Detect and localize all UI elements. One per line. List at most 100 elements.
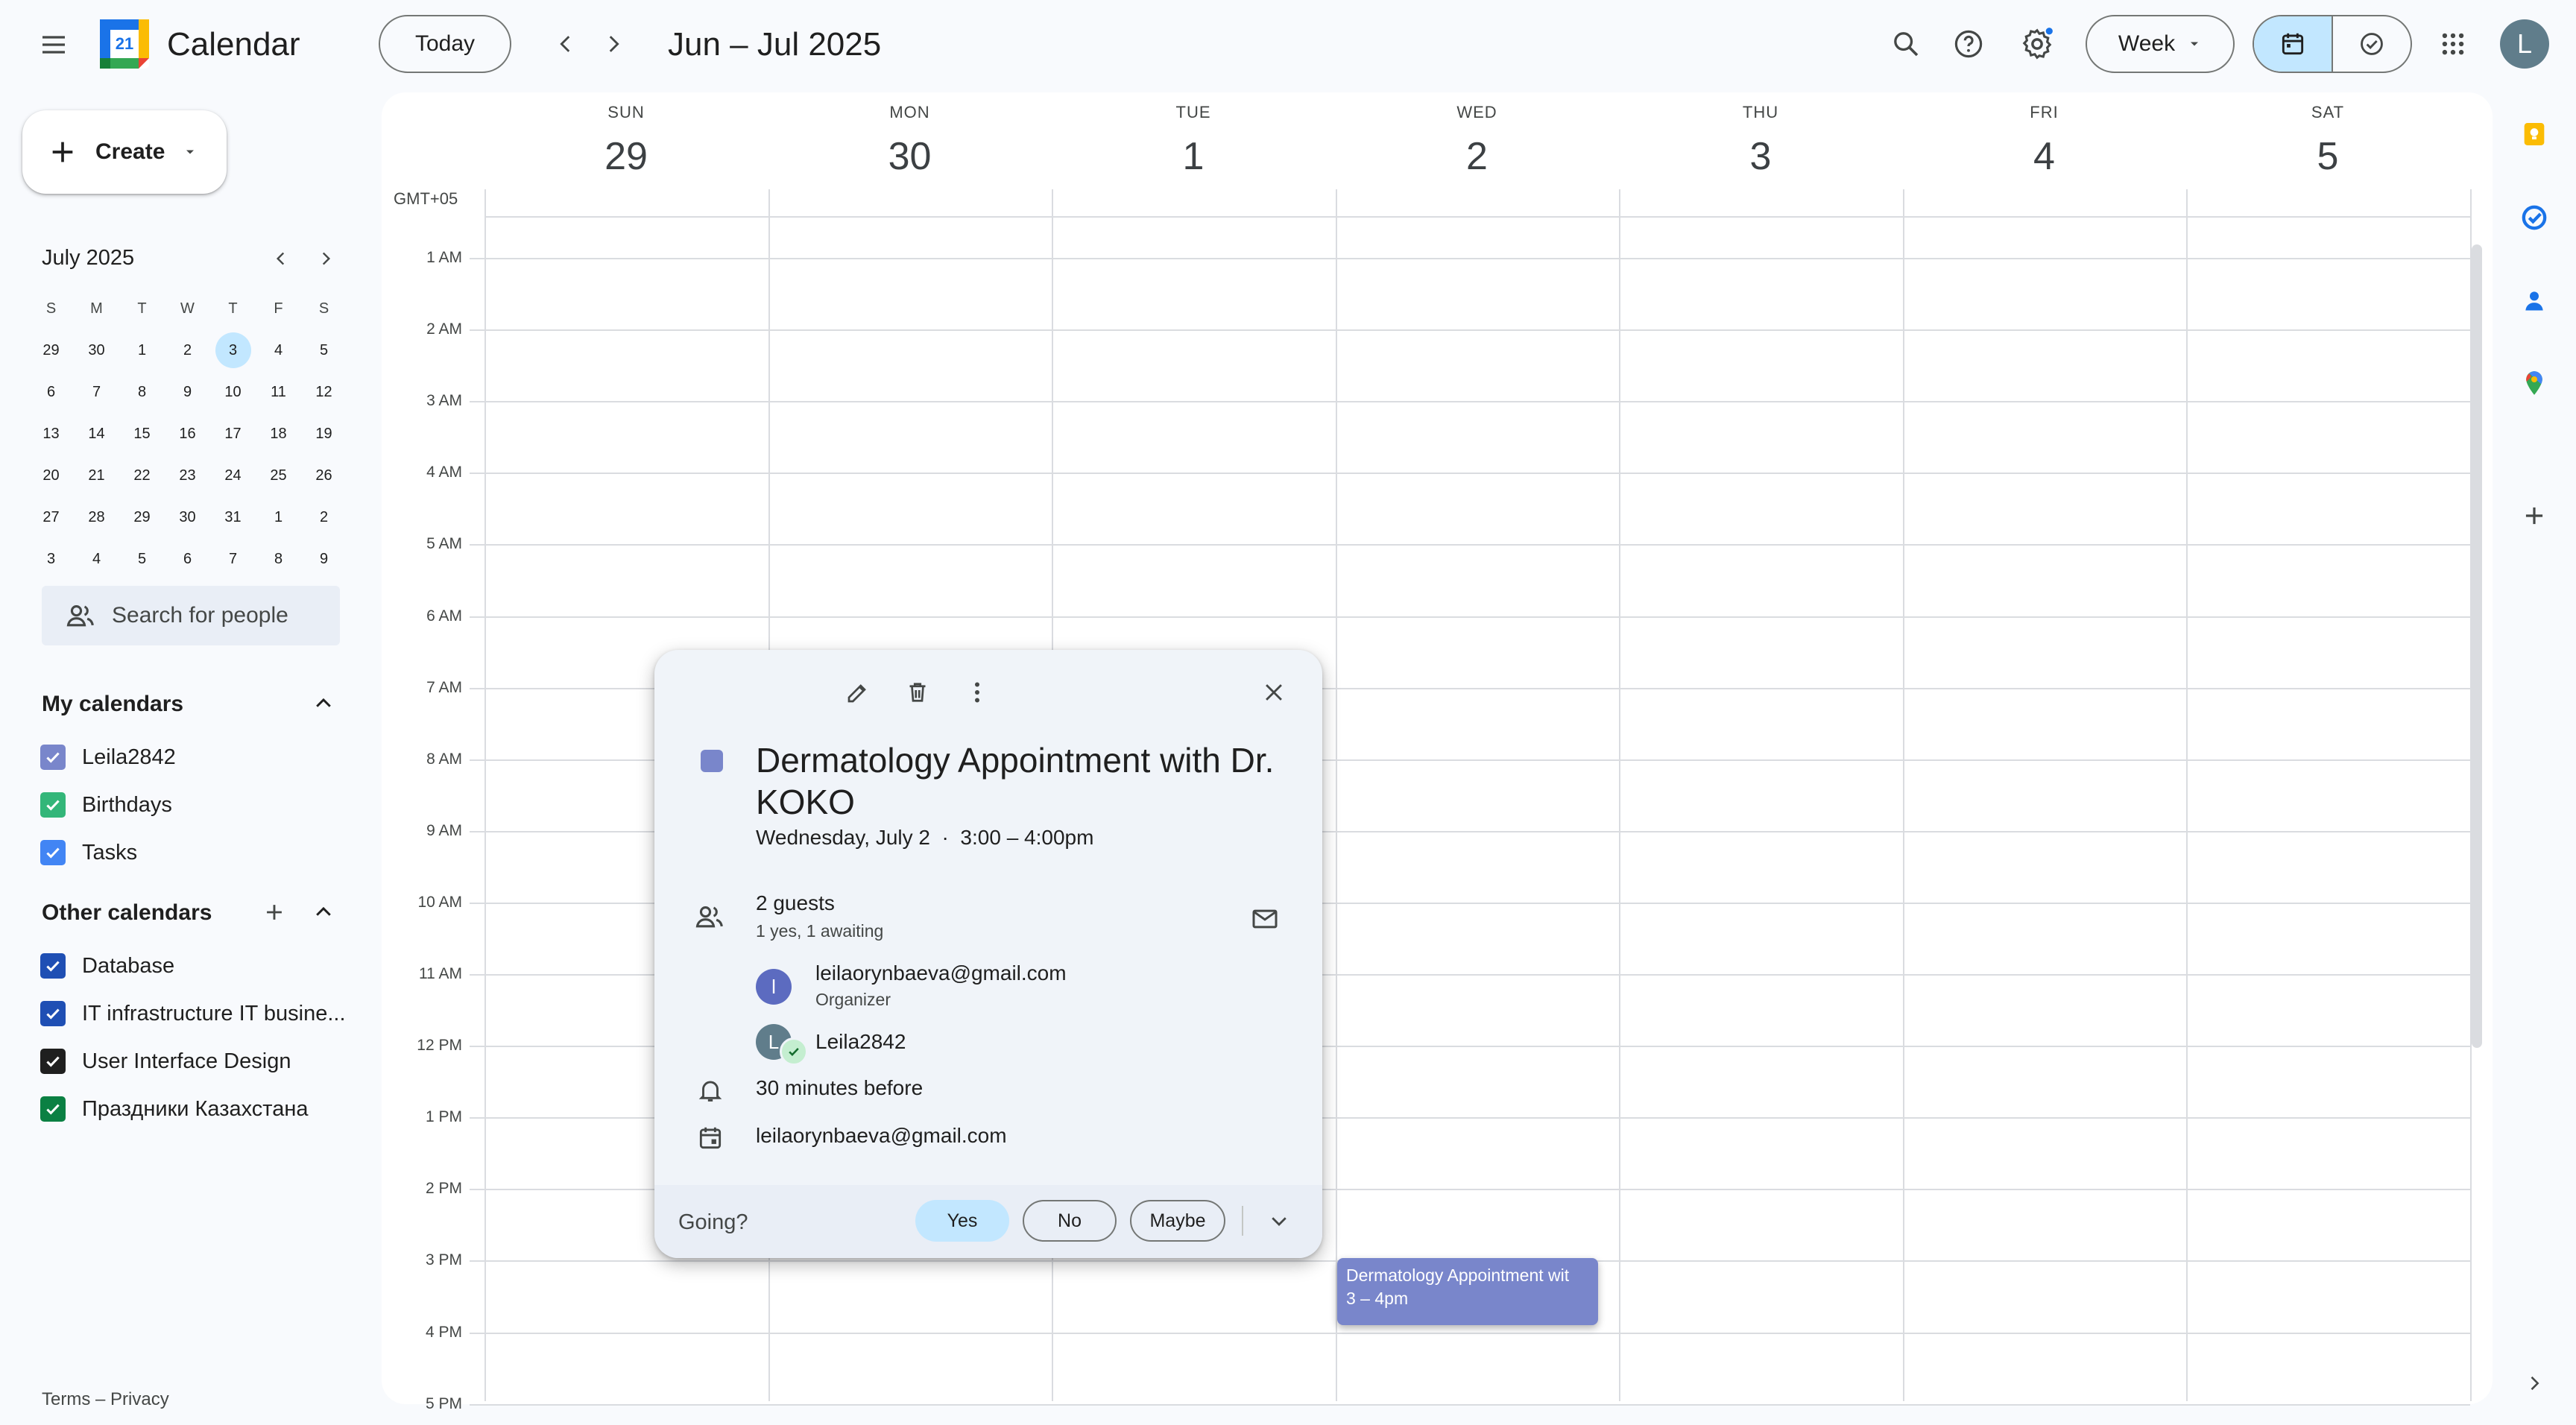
settings-icon[interactable] — [2012, 19, 2062, 69]
calendar-item[interactable]: User Interface Design — [40, 1043, 291, 1079]
create-button[interactable]: Create — [22, 110, 227, 194]
day-date[interactable]: 3 — [1619, 134, 1902, 179]
mini-calendar-day[interactable]: 26 — [301, 455, 347, 496]
next-week-icon[interactable] — [589, 19, 638, 69]
more-options-icon[interactable] — [953, 668, 1002, 717]
terms-privacy-links[interactable]: Terms – Privacy — [42, 1389, 169, 1410]
keep-icon[interactable] — [2513, 113, 2555, 155]
people-search-input[interactable]: Search for people — [42, 586, 340, 645]
mini-calendar-day[interactable]: 11 — [256, 371, 301, 413]
mini-calendar-day[interactable]: 4 — [74, 538, 119, 580]
day-date[interactable]: 1 — [1052, 134, 1335, 179]
mini-calendar-day[interactable]: 15 — [119, 413, 165, 455]
today-button[interactable]: Today — [379, 15, 511, 73]
tasks-icon[interactable] — [2513, 197, 2555, 238]
mini-calendar-day[interactable]: 19 — [301, 413, 347, 455]
day-date[interactable]: 2 — [1336, 134, 1619, 179]
day-header[interactable]: TUE 1 — [1052, 103, 1335, 179]
mini-calendar-day[interactable]: 4 — [256, 329, 301, 371]
checkbox-checked-icon[interactable] — [40, 953, 66, 979]
help-icon[interactable] — [1944, 19, 1993, 69]
mini-calendar-day[interactable]: 6 — [28, 371, 74, 413]
rsvp-no-button[interactable]: No — [1023, 1200, 1117, 1242]
checkbox-checked-icon[interactable] — [40, 792, 66, 818]
checkbox-checked-icon[interactable] — [40, 745, 66, 770]
apps-grid-icon[interactable] — [2428, 19, 2478, 69]
main-menu-icon[interactable] — [28, 19, 79, 70]
mini-calendar-day[interactable]: 30 — [165, 496, 210, 538]
mini-calendar-day[interactable]: 1 — [119, 329, 165, 371]
mini-calendar-day[interactable]: 27 — [28, 496, 74, 538]
mini-calendar-day[interactable]: 31 — [210, 496, 256, 538]
mini-calendar-day[interactable]: 17 — [210, 413, 256, 455]
mini-calendar-day[interactable]: 2 — [165, 329, 210, 371]
mini-calendar-day[interactable]: 9 — [165, 371, 210, 413]
day-date[interactable]: 4 — [1903, 134, 2186, 179]
calendar-view-icon[interactable] — [2254, 16, 2333, 72]
mini-calendar-prev-icon[interactable] — [262, 240, 300, 277]
mini-calendar-day[interactable]: 20 — [28, 455, 74, 496]
mini-calendar-day[interactable]: 14 — [74, 413, 119, 455]
mini-calendar-day[interactable]: 8 — [119, 371, 165, 413]
account-avatar[interactable]: L — [2500, 19, 2549, 69]
mini-calendar-day[interactable]: 7 — [210, 538, 256, 580]
mini-calendar-day[interactable]: 16 — [165, 413, 210, 455]
chevron-up-icon[interactable] — [304, 684, 343, 723]
guest-name[interactable]: leilaorynbaeva@gmail.com — [815, 961, 1067, 985]
add-calendar-icon[interactable] — [255, 893, 294, 932]
day-header[interactable]: THU 3 — [1619, 103, 1902, 179]
checkbox-checked-icon[interactable] — [40, 840, 66, 865]
day-header[interactable]: WED 2 — [1336, 103, 1619, 179]
mini-calendar-day[interactable]: 25 — [256, 455, 301, 496]
day-header[interactable]: SUN 29 — [484, 103, 768, 179]
mini-calendar-day[interactable]: 8 — [256, 538, 301, 580]
mini-calendar-day[interactable]: 28 — [74, 496, 119, 538]
mini-calendar-day[interactable]: 30 — [74, 329, 119, 371]
mini-calendar-day[interactable]: 22 — [119, 455, 165, 496]
calendar-item[interactable]: Database — [40, 948, 174, 984]
calendar-item[interactable]: Birthdays — [40, 787, 172, 823]
mini-calendar-day[interactable]: 3 — [28, 538, 74, 580]
delete-icon[interactable] — [893, 668, 942, 717]
edit-icon[interactable] — [833, 668, 883, 717]
calendar-item[interactable]: IT infrastructure IT busine... — [40, 996, 346, 1031]
mini-calendar-day[interactable]: 13 — [28, 413, 74, 455]
email-guests-icon[interactable] — [1245, 899, 1285, 939]
day-header[interactable]: MON 30 — [768, 103, 1052, 179]
mini-calendar-day[interactable]: 12 — [301, 371, 347, 413]
expand-panel-icon[interactable] — [2513, 1362, 2555, 1404]
mini-calendar-day[interactable]: 1 — [256, 496, 301, 538]
checkbox-checked-icon[interactable] — [40, 1096, 66, 1122]
day-date[interactable]: 29 — [484, 134, 768, 179]
mini-calendar-day[interactable]: 23 — [165, 455, 210, 496]
checkbox-checked-icon[interactable] — [40, 1049, 66, 1074]
day-header[interactable]: FRI 4 — [1903, 103, 2186, 179]
mini-calendar-day[interactable]: 5 — [119, 538, 165, 580]
mini-calendar-day[interactable]: 2 — [301, 496, 347, 538]
chevron-up-icon[interactable] — [304, 893, 343, 932]
mini-calendar-day[interactable]: 18 — [256, 413, 301, 455]
mini-calendar-day[interactable]: 9 — [301, 538, 347, 580]
day-date[interactable]: 5 — [2186, 134, 2469, 179]
view-selector[interactable]: Week — [2086, 15, 2235, 73]
mini-calendar-next-icon[interactable] — [307, 240, 344, 277]
maps-icon[interactable] — [2513, 362, 2555, 404]
rsvp-yes-button[interactable]: Yes — [915, 1200, 1009, 1242]
checkbox-checked-icon[interactable] — [40, 1001, 66, 1026]
search-icon[interactable] — [1881, 19, 1931, 69]
mini-calendar-day[interactable]: 24 — [210, 455, 256, 496]
mini-calendar-day[interactable]: 7 — [74, 371, 119, 413]
event-block[interactable]: Dermatology Appointment wit 3 – 4pm — [1337, 1258, 1598, 1325]
mini-calendar-today[interactable]: 3 — [210, 329, 256, 371]
day-date[interactable]: 30 — [768, 134, 1052, 179]
contacts-icon[interactable] — [2513, 280, 2555, 322]
calendar-item[interactable]: Tasks — [40, 835, 137, 871]
mini-calendar-day[interactable]: 6 — [165, 538, 210, 580]
chevron-down-icon[interactable] — [1257, 1198, 1301, 1243]
mini-calendar-day[interactable]: 29 — [28, 329, 74, 371]
rsvp-maybe-button[interactable]: Maybe — [1130, 1200, 1225, 1242]
close-icon[interactable] — [1249, 668, 1298, 717]
add-addon-icon[interactable] — [2513, 495, 2555, 537]
calendar-item[interactable]: Праздники Казахстана — [40, 1091, 309, 1127]
mini-calendar-day[interactable]: 10 — [210, 371, 256, 413]
